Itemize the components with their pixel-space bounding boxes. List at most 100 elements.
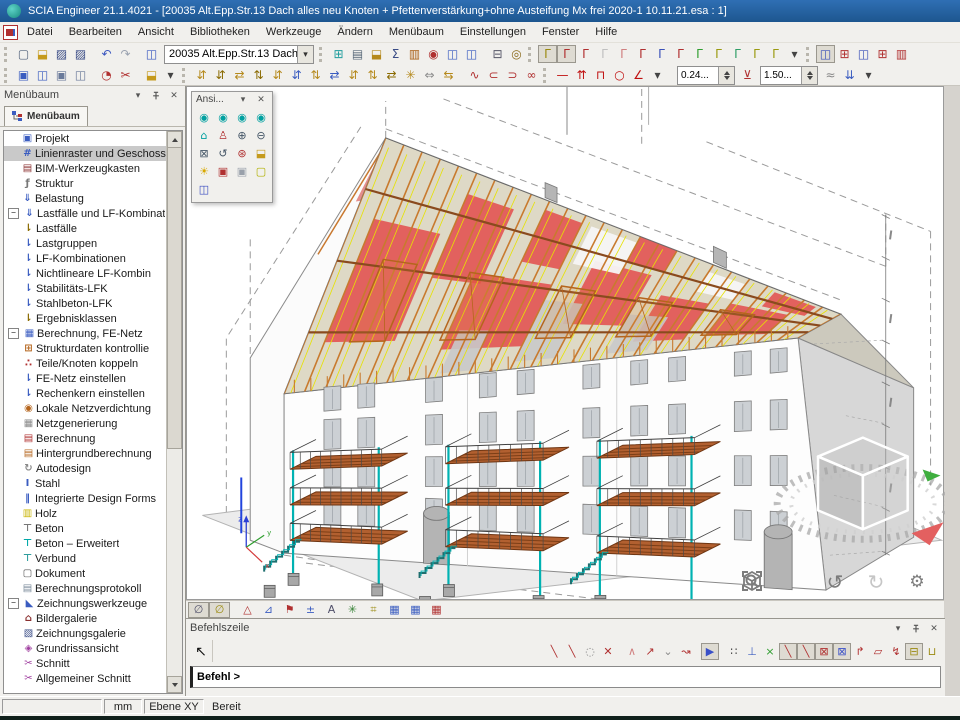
camera-off-icon[interactable]: ▣ xyxy=(233,163,251,180)
view-x-icon[interactable]: ◉ xyxy=(195,109,213,126)
palette-close-icon[interactable]: ✕ xyxy=(254,93,268,106)
toolbar-grip[interactable] xyxy=(806,47,812,62)
saved-views-icon[interactable]: ⬓ xyxy=(252,145,270,162)
tree-item[interactable]: ⇂LF-Kombinationen xyxy=(4,251,167,266)
draw-line-icon[interactable]: — xyxy=(553,66,572,84)
tree-item[interactable]: ▣Projekt xyxy=(4,131,167,146)
tree-item[interactable]: ⊤Verbund xyxy=(4,551,167,566)
zoom-in-icon[interactable]: ⊕ xyxy=(233,127,251,144)
snap-circle[interactable]: ◌ xyxy=(581,643,599,660)
snap-delete[interactable]: ✕ xyxy=(599,643,617,660)
scale-one-ten-icon[interactable]: ⇊ xyxy=(840,66,859,84)
redo-icon[interactable]: ↷ xyxy=(116,45,135,63)
disconnect-members-icon[interactable]: ⇵ xyxy=(211,66,230,84)
snap-intersect[interactable]: × xyxy=(761,643,779,660)
walk-view-icon[interactable]: ♙ xyxy=(214,127,232,144)
zoom-selection-icon[interactable]: ⊛ xyxy=(233,145,251,162)
beam-tool-7[interactable]: Γ xyxy=(652,45,671,63)
status-plane[interactable]: Ebene XY xyxy=(144,699,204,714)
save-all-icon[interactable]: ▨ xyxy=(71,45,90,63)
report-icon[interactable]: ▤ xyxy=(348,45,367,63)
names-icon[interactable]: A xyxy=(321,602,342,618)
hinge-icon[interactable]: ⇅ xyxy=(249,66,268,84)
roof-slope-icon[interactable]: ≈ xyxy=(821,66,840,84)
snap-line-1[interactable]: ╲ xyxy=(545,643,563,660)
loads-display-icon[interactable]: ✳ xyxy=(342,602,363,618)
haunch-icon[interactable]: ⇵ xyxy=(287,66,306,84)
hatch-icon[interactable]: ⊻ xyxy=(738,66,757,84)
snap-bisector[interactable]: ↯ xyxy=(887,643,905,660)
tree-item[interactable]: ▧Zeichnungsgalerie xyxy=(4,626,167,641)
tree-item[interactable]: ⇂FE-Netz einstellen xyxy=(4,371,167,386)
draw-angle-icon[interactable]: ∠ xyxy=(629,66,648,84)
menu-einstellungen[interactable]: Einstellungen xyxy=(452,24,534,40)
scale-spin[interactable]: 1.50... xyxy=(760,66,818,85)
rotate-left-arrow[interactable] xyxy=(923,470,941,482)
mesh-red-icon[interactable]: ▦ xyxy=(426,602,447,618)
copy-multi-icon[interactable]: ◫ xyxy=(33,66,52,84)
beam-tool-4[interactable]: Γ xyxy=(595,45,614,63)
panel-pin-icon[interactable] xyxy=(149,89,163,102)
status-units[interactable]: mm xyxy=(104,699,142,714)
view-z-icon[interactable]: ◉ xyxy=(233,109,251,126)
light-icon[interactable]: ☀ xyxy=(195,163,213,180)
snap-line-2[interactable]: ╲ xyxy=(563,643,581,660)
snap-cross[interactable]: ⊠ xyxy=(815,643,833,660)
cross-link-icon[interactable]: ⇄ xyxy=(230,66,249,84)
labels-icon[interactable]: ⚑ xyxy=(279,602,300,618)
column-check-3[interactable]: ◫ xyxy=(854,45,873,63)
tree-item[interactable]: ▤BIM-Werkzeugkasten xyxy=(4,161,167,176)
calculator-icon[interactable]: ⊞ xyxy=(329,45,348,63)
cmd-pin-icon[interactable] xyxy=(909,622,923,635)
table-results-icon[interactable]: ◫ xyxy=(443,45,462,63)
pointer-mode-icon[interactable]: ↖ xyxy=(190,640,213,662)
wireframe-icon[interactable]: ∅ xyxy=(188,602,209,618)
undo-icon[interactable]: ↶ xyxy=(97,45,116,63)
grid-display-icon[interactable]: ▦ xyxy=(384,602,405,618)
cmd-dropdown-icon[interactable]: ▾ xyxy=(891,622,905,635)
tree-item[interactable]: ⇂Ergebnisklassen xyxy=(4,311,167,326)
snap-grid[interactable]: ∷ xyxy=(725,643,743,660)
beam-tool-11[interactable]: Γ xyxy=(728,45,747,63)
rib-icon[interactable]: ⇵ xyxy=(268,66,287,84)
tree-item[interactable]: #Linienraster und Geschosse xyxy=(4,146,167,161)
toolbar-grip[interactable] xyxy=(4,68,10,83)
local-axes-icon[interactable]: ⌗ xyxy=(363,602,384,618)
3d-model-view[interactable]: z y x xyxy=(187,87,945,599)
curve-link-1[interactable]: ∿ xyxy=(465,66,484,84)
toolbar-grip[interactable] xyxy=(182,68,188,83)
toolbar-grip[interactable] xyxy=(543,68,549,83)
model-display-icon[interactable]: △ xyxy=(237,602,258,618)
beam-tool-10[interactable]: Γ xyxy=(709,45,728,63)
scroll-thumb[interactable] xyxy=(167,147,182,449)
menu-datei[interactable]: Datei xyxy=(19,24,61,40)
bitmap-icon[interactable]: ◉ xyxy=(424,45,443,63)
model-viewport[interactable]: z y x xyxy=(186,86,944,600)
default-view-icon[interactable]: ⌂ xyxy=(195,127,213,144)
snap-curve[interactable]: ↝ xyxy=(677,643,695,660)
snap-angle[interactable]: ∧ xyxy=(623,643,641,660)
visibility-icon[interactable]: ◔ xyxy=(97,66,116,84)
column-check-2[interactable]: ⊞ xyxy=(835,45,854,63)
viewport-settings-icon[interactable]: ⚙ xyxy=(905,570,929,594)
tree-item[interactable]: ↻Autodesign xyxy=(4,461,167,476)
scroll-down-icon[interactable] xyxy=(167,676,182,693)
tree-item[interactable]: ▥Holz xyxy=(4,506,167,521)
tree-item[interactable]: ‖Integrierte Design Forms xyxy=(4,491,167,506)
beam-tool-12[interactable]: Γ xyxy=(747,45,766,63)
mirror-icon[interactable]: ⇆ xyxy=(439,66,458,84)
numbering-icon[interactable]: ± xyxy=(300,602,321,618)
tree-scrollbar[interactable] xyxy=(166,131,182,693)
tree-item[interactable]: ⇂Rechenkern einstellen xyxy=(4,386,167,401)
command-input[interactable]: Befehl > xyxy=(190,666,941,688)
mesh-display-icon[interactable]: ▦ xyxy=(405,602,426,618)
menu-menübaum[interactable]: Menübaum xyxy=(381,24,452,40)
connect-members-icon[interactable]: ⇵ xyxy=(192,66,211,84)
thickness-spin[interactable]: 0.24... xyxy=(677,66,735,85)
beam-tool-5[interactable]: Γ xyxy=(614,45,633,63)
snap-midpoint[interactable]: ╲ xyxy=(797,643,815,660)
tree-item[interactable]: ⇓Belastung xyxy=(4,191,167,206)
opening-icon[interactable]: ⇅ xyxy=(306,66,325,84)
tree-item[interactable]: −▦Berechnung, FE-Netz xyxy=(4,326,167,341)
snap-arrow[interactable]: ↗ xyxy=(641,643,659,660)
